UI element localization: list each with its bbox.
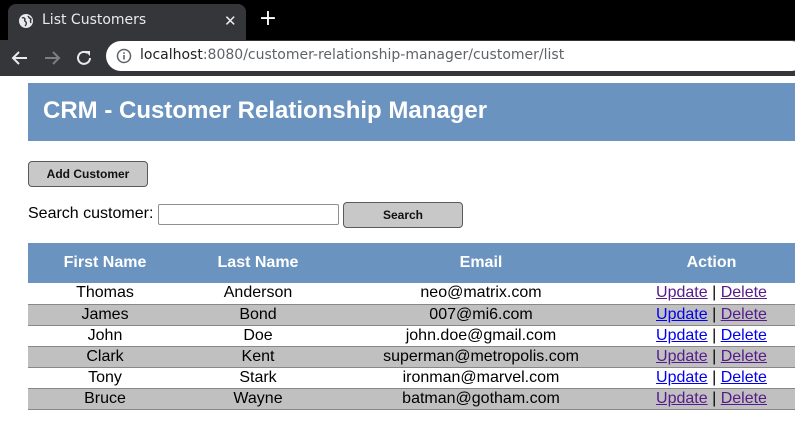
update-link[interactable]: Update [656,327,708,344]
column-header-email: Email [459,254,503,271]
link-separator: | [712,368,717,386]
url-path: :8080/customer-relationship-manager/cust… [202,47,565,63]
update-link[interactable]: Update [656,390,708,407]
table-row: Tony Stark ironman@marvel.com Update | D… [28,367,795,389]
page-header: CRM - Customer Relationship Manager [28,83,795,141]
cell-email: superman@metropolis.com [334,346,628,368]
delete-link[interactable]: Delete [721,284,767,301]
cell-email: neo@matrix.com [334,283,628,305]
delete-link[interactable]: Delete [721,348,767,365]
url-text: localhost:8080/customer-relationship-man… [140,47,564,63]
cell-action: Update | Delete [628,325,795,347]
cell-email: 007@mi6.com [334,304,628,326]
delete-link[interactable]: Delete [721,390,767,407]
cell-action: Update | Delete [628,367,795,389]
tab-bar: List Customers ✕ + [0,0,795,40]
cell-email: batman@gotham.com [334,388,628,410]
cell-email: ironman@marvel.com [334,367,628,389]
link-separator: | [712,326,717,344]
cell-first-name: James [28,304,182,326]
update-link[interactable]: Update [656,348,708,365]
customer-table: First Name Last Name Email Action Thomas… [28,243,795,410]
cell-first-name: Tony [28,367,182,389]
add-customer-button[interactable]: Add Customer [28,161,148,187]
page-title: CRM - Customer Relationship Manager [43,97,488,124]
table-row: John Doe john.doe@gmail.com Update | Del… [28,325,795,347]
reload-icon[interactable] [72,46,96,70]
table-header-row: First Name Last Name Email Action [28,243,795,283]
delete-link[interactable]: Delete [721,327,767,344]
update-link[interactable]: Update [656,284,708,301]
browser-toolbar: localhost:8080/customer-relationship-man… [0,40,795,76]
page-content: CRM - Customer Relationship Manager Add … [0,76,795,442]
close-icon[interactable]: ✕ [224,12,238,30]
update-link[interactable]: Update [656,369,708,386]
column-header-action: Action [686,254,737,271]
search-button[interactable]: Search [343,202,463,228]
cell-first-name: John [28,325,182,347]
table-row: James Bond 007@mi6.com Update | Delete [28,304,795,326]
cell-last-name: Bond [182,304,334,326]
tab-title: List Customers [42,12,147,28]
cell-action: Update | Delete [628,283,795,305]
table-row: Clark Kent superman@metropolis.com Updat… [28,346,795,368]
new-tab-icon[interactable]: + [258,8,278,30]
column-header-first-name: First Name [63,254,147,271]
browser-tab[interactable]: List Customers ✕ [8,4,246,40]
delete-link[interactable]: Delete [721,369,767,386]
cell-last-name: Wayne [182,388,334,410]
url-host: localhost [140,47,203,63]
table-row: Thomas Anderson neo@matrix.com Update | … [28,283,795,305]
cell-first-name: Bruce [28,388,182,410]
cell-last-name: Kent [182,346,334,368]
delete-link[interactable]: Delete [721,306,767,323]
link-separator: | [712,284,717,302]
search-input[interactable] [158,204,339,225]
cell-action: Update | Delete [628,346,795,368]
link-separator: | [712,305,717,323]
cell-action: Update | Delete [628,304,795,326]
globe-icon [19,14,33,28]
cell-last-name: Doe [182,325,334,347]
cell-action: Update | Delete [628,388,795,410]
update-link[interactable]: Update [656,306,708,323]
address-bar[interactable]: localhost:8080/customer-relationship-man… [106,41,795,71]
link-separator: | [712,389,717,407]
info-icon[interactable] [116,48,132,64]
table-row: Bruce Wayne batman@gotham.com Update | D… [28,388,795,410]
cell-first-name: Thomas [28,283,182,305]
column-header-last-name: Last Name [217,254,299,271]
cell-last-name: Stark [182,367,334,389]
search-label: Search customer: [28,205,154,222]
back-arrow-icon[interactable] [8,46,32,70]
link-separator: | [712,347,717,365]
cell-email: john.doe@gmail.com [334,325,628,347]
forward-arrow-icon[interactable] [40,46,64,70]
cell-last-name: Anderson [182,283,334,305]
cell-first-name: Clark [28,346,182,368]
